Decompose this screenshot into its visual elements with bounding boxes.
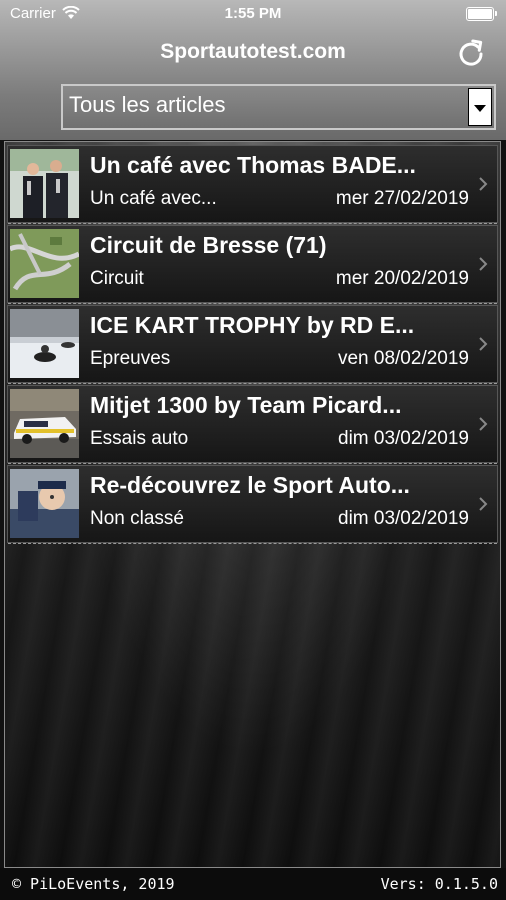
copyright-text: © PiLoEvents, 2019 xyxy=(12,875,175,893)
article-category: Un café avec... xyxy=(90,188,217,209)
app-title: Sportautotest.com xyxy=(160,40,346,63)
article-category: Circuit xyxy=(90,268,144,289)
article-category: Epreuves xyxy=(90,348,171,369)
refresh-icon[interactable] xyxy=(456,38,486,68)
list-item[interactable]: Un café avec Thomas BADE... Un café avec… xyxy=(7,145,498,224)
category-select[interactable]: Tous les articles xyxy=(61,84,496,130)
article-date: ven 08/02/2019 xyxy=(337,348,469,369)
article-date: dim 03/02/2019 xyxy=(338,428,469,449)
article-category: Non classé xyxy=(90,508,184,529)
chevron-right-icon xyxy=(479,257,488,271)
article-thumbnail xyxy=(10,309,79,378)
article-date: mer 27/02/2019 xyxy=(335,188,469,209)
article-thumbnail xyxy=(10,389,79,458)
category-select-value: Tous les articles xyxy=(69,92,226,117)
nav-bar: Sportautotest.com Tous les articles xyxy=(0,28,506,140)
article-title: Un café avec Thomas BADE... xyxy=(90,152,416,178)
chevron-right-icon xyxy=(479,177,488,191)
article-thumbnail xyxy=(10,469,79,538)
article-category: Essais auto xyxy=(90,428,189,449)
list-item[interactable]: Re-découvrez le Sport Auto... Non classé… xyxy=(7,465,498,544)
article-thumbnail xyxy=(10,149,79,218)
article-title: Circuit de Bresse (71) xyxy=(90,232,327,258)
chevron-right-icon xyxy=(479,417,488,431)
article-list: Un café avec Thomas BADE... Un café avec… xyxy=(7,145,498,545)
chevron-right-icon xyxy=(479,337,488,351)
article-title: Re-découvrez le Sport Auto... xyxy=(90,472,410,498)
list-item[interactable]: ICE KART TROPHY by RD E... Epreuves ven … xyxy=(7,305,498,384)
footer: © PiLoEvents, 2019 Vers: 0.1.5.0 xyxy=(0,868,506,900)
status-bar: Carrier 1:55 PM xyxy=(0,0,506,28)
article-title: Mitjet 1300 by Team Picard... xyxy=(90,392,402,418)
battery-icon xyxy=(466,7,497,21)
article-date: dim 03/02/2019 xyxy=(338,508,469,529)
article-list-panel: Un café avec Thomas BADE... Un café avec… xyxy=(4,141,501,868)
article-date: mer 20/02/2019 xyxy=(335,268,469,289)
article-thumbnail xyxy=(10,229,79,298)
version-text: Vers: 0.1.5.0 xyxy=(380,875,498,893)
list-item[interactable]: Circuit de Bresse (71) Circuit mer 20/02… xyxy=(7,225,498,304)
chevron-down-icon[interactable] xyxy=(468,88,492,126)
list-item[interactable]: Mitjet 1300 by Team Picard... Essais aut… xyxy=(7,385,498,464)
status-time: 1:55 PM xyxy=(224,5,282,22)
chevron-right-icon xyxy=(479,497,488,511)
article-title: ICE KART TROPHY by RD E... xyxy=(90,312,415,338)
